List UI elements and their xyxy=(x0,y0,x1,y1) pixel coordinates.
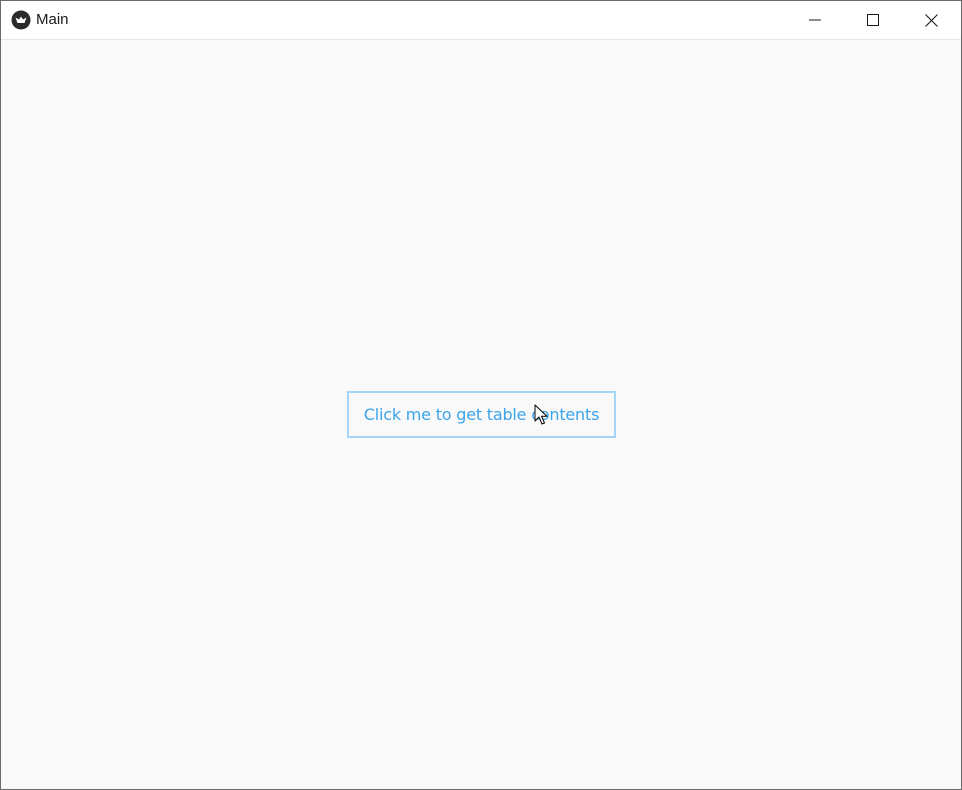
minimize-button[interactable] xyxy=(786,1,844,39)
maximize-icon xyxy=(867,14,879,26)
window-title: Main xyxy=(36,11,69,28)
kivy-logo-icon xyxy=(11,10,31,30)
app-window: Main Click me to get table contents xyxy=(0,0,962,790)
title-bar[interactable]: Main xyxy=(1,1,961,40)
minimize-icon xyxy=(809,14,821,26)
close-button[interactable] xyxy=(902,1,960,39)
get-table-contents-button[interactable]: Click me to get table contents xyxy=(347,391,616,438)
content-area: Click me to get table contents xyxy=(1,40,961,789)
button-label: Click me to get table contents xyxy=(363,405,600,424)
maximize-button[interactable] xyxy=(844,1,902,39)
close-icon xyxy=(924,13,938,27)
